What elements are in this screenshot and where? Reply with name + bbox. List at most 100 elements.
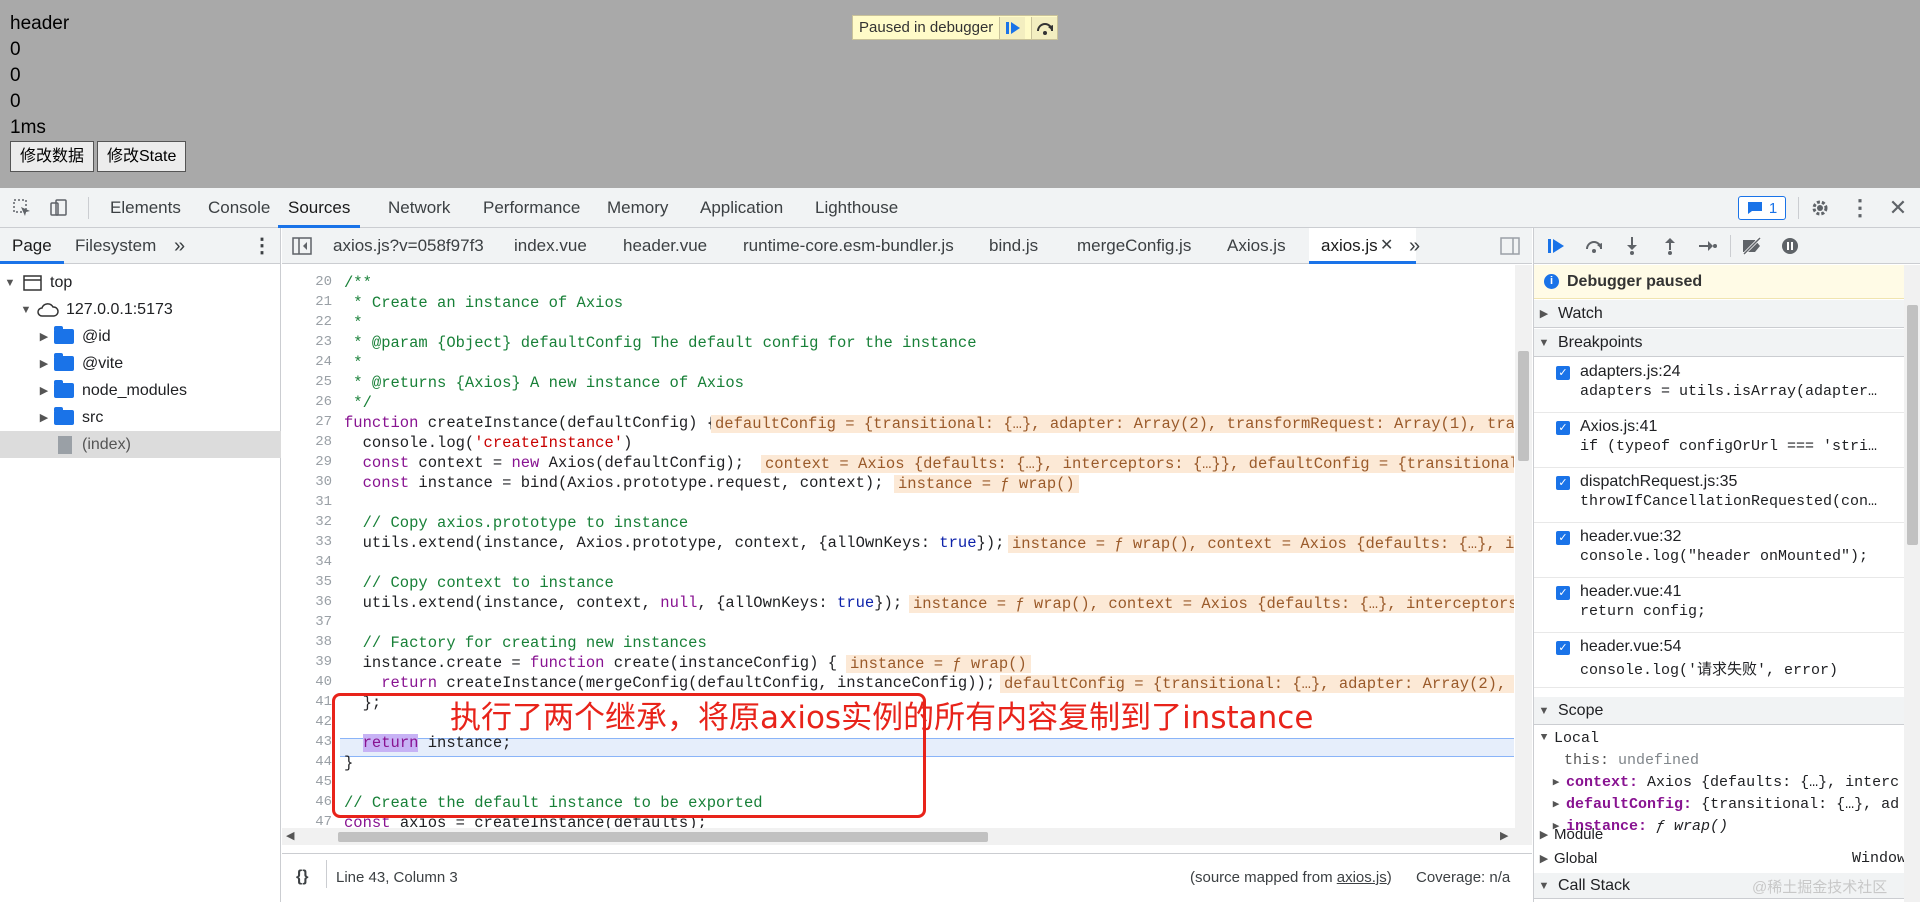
- breakpoint-item[interactable]: ✓ header.vue:41 return config;: [1534, 578, 1904, 633]
- tab-console[interactable]: Console: [208, 188, 270, 228]
- file-tab-axios-js-active[interactable]: axios.js: [1309, 228, 1416, 264]
- line-number[interactable]: 47: [282, 814, 338, 828]
- line-number[interactable]: 24: [282, 354, 338, 370]
- deactivate-breakpoints-icon[interactable]: [1740, 234, 1764, 258]
- watch-section-header[interactable]: ▶ Watch: [1534, 300, 1904, 328]
- line-number[interactable]: 20: [282, 274, 338, 290]
- line-number[interactable]: 27: [282, 414, 338, 430]
- more-options-icon[interactable]: ⋮: [1848, 195, 1872, 220]
- line-number[interactable]: 33: [282, 534, 338, 550]
- tree-item-index[interactable]: (index): [0, 431, 281, 458]
- file-tab-runtime-core[interactable]: runtime-core.esm-bundler.js: [743, 228, 954, 264]
- scope-local-header[interactable]: ▼ Local: [1534, 727, 1904, 749]
- line-number[interactable]: 43: [282, 734, 338, 750]
- step-icon[interactable]: [1696, 234, 1720, 258]
- pause-on-exceptions-icon[interactable]: [1778, 234, 1802, 258]
- step-into-icon[interactable]: [1620, 234, 1644, 258]
- line-number[interactable]: 32: [282, 514, 338, 530]
- editor-horizontal-scrollbar[interactable]: ◀ ▶: [282, 828, 1532, 845]
- step-over-icon[interactable]: [1582, 234, 1606, 258]
- resume-icon[interactable]: [1544, 234, 1568, 258]
- breakpoint-checkbox[interactable]: ✓: [1556, 366, 1570, 380]
- breakpoint-checkbox[interactable]: ✓: [1556, 586, 1570, 600]
- file-tab-header-vue[interactable]: header.vue: [623, 228, 707, 264]
- sidebar-scrollbar[interactable]: [1904, 265, 1920, 902]
- line-number[interactable]: 41: [282, 694, 338, 710]
- device-toolbar-icon[interactable]: [46, 196, 70, 220]
- tab-network[interactable]: Network: [388, 188, 450, 228]
- scope-global[interactable]: ▶ Global Window: [1534, 847, 1906, 869]
- scope-section-header[interactable]: ▼ Scope: [1534, 697, 1904, 725]
- modify-state-button[interactable]: 修改State: [97, 141, 187, 172]
- file-tab-mergeconfig[interactable]: mergeConfig.js: [1077, 228, 1191, 264]
- tab-filesystem[interactable]: Filesystem: [75, 228, 156, 264]
- navigator-menu-icon[interactable]: ⋮: [252, 228, 272, 264]
- more-file-tabs-icon[interactable]: »: [1409, 228, 1420, 264]
- breakpoint-checkbox[interactable]: ✓: [1556, 641, 1570, 655]
- line-number[interactable]: 42: [282, 714, 338, 730]
- tab-lighthouse[interactable]: Lighthouse: [815, 188, 898, 228]
- settings-gear-icon[interactable]: [1808, 196, 1832, 220]
- breakpoint-item[interactable]: ✓ header.vue:54 console.log('请求失败', error): [1534, 633, 1904, 688]
- inspect-element-icon[interactable]: [10, 196, 34, 220]
- line-number[interactable]: 39: [282, 654, 338, 670]
- scope-module[interactable]: ▶ Module: [1534, 823, 1904, 845]
- line-number[interactable]: 28: [282, 434, 338, 450]
- tree-item-src[interactable]: ▶ src: [0, 404, 281, 431]
- line-number[interactable]: 31: [282, 494, 338, 510]
- step-out-icon[interactable]: [1658, 234, 1682, 258]
- line-number[interactable]: 38: [282, 634, 338, 650]
- more-tabs-chevron-icon[interactable]: »: [174, 228, 185, 264]
- breakpoints-section-header[interactable]: ▼ Breakpoints: [1534, 329, 1904, 357]
- line-number[interactable]: 46: [282, 794, 338, 810]
- close-devtools-icon[interactable]: ✕: [1886, 195, 1910, 220]
- tree-item-node-modules[interactable]: ▶ node_modules: [0, 377, 281, 404]
- tree-item-host[interactable]: ▼ 127.0.0.1:5173: [0, 296, 281, 323]
- line-number[interactable]: 19: [282, 265, 338, 270]
- tab-performance[interactable]: Performance: [483, 188, 580, 228]
- editor-vertical-scrollbar[interactable]: [1515, 265, 1532, 828]
- file-tab-Axios-js[interactable]: Axios.js: [1227, 228, 1286, 264]
- line-number[interactable]: 40: [282, 674, 338, 690]
- line-number[interactable]: 30: [282, 474, 338, 490]
- line-number[interactable]: 21: [282, 294, 338, 310]
- resume-icon[interactable]: [999, 16, 1026, 39]
- line-number[interactable]: 37: [282, 614, 338, 630]
- line-number[interactable]: 35: [282, 574, 338, 590]
- tree-item-vite[interactable]: ▶ @vite: [0, 350, 281, 377]
- line-number[interactable]: 44: [282, 754, 338, 770]
- file-tab-axios-versioned[interactable]: axios.js?v=058f97f3: [333, 228, 484, 264]
- breakpoint-checkbox[interactable]: ✓: [1556, 531, 1570, 545]
- step-over-icon[interactable]: [1031, 16, 1058, 39]
- tab-application[interactable]: Application: [700, 188, 783, 228]
- line-number[interactable]: 36: [282, 594, 338, 610]
- toggle-debugger-icon[interactable]: [1498, 234, 1522, 258]
- breakpoint-item[interactable]: ✓ header.vue:32 console.log("header onMoun…: [1534, 523, 1904, 578]
- tab-elements[interactable]: Elements: [110, 188, 181, 228]
- line-number[interactable]: 22: [282, 314, 338, 330]
- pretty-print-braces-icon[interactable]: {}: [296, 868, 308, 886]
- tree-item-top[interactable]: ▼ top: [0, 269, 281, 296]
- source-map-link[interactable]: axios.js: [1337, 869, 1387, 886]
- issues-badge[interactable]: 1: [1738, 196, 1786, 220]
- file-tab-bind-js[interactable]: bind.js: [989, 228, 1038, 264]
- scope-variable[interactable]: ▶ defaultConfig: {transitional: {…}, ad: [1534, 793, 1904, 815]
- tab-page[interactable]: Page: [0, 228, 64, 264]
- tab-sources[interactable]: Sources: [278, 188, 361, 228]
- line-number[interactable]: 23: [282, 334, 338, 350]
- tab-memory[interactable]: Memory: [607, 188, 668, 228]
- breakpoint-checkbox[interactable]: ✓: [1556, 421, 1570, 435]
- toggle-navigator-icon[interactable]: [290, 234, 314, 258]
- scope-variable[interactable]: ▶ context: Axios {defaults: {…}, interc: [1534, 771, 1904, 793]
- line-number[interactable]: 26: [282, 394, 338, 410]
- line-number[interactable]: 25: [282, 374, 338, 390]
- breakpoint-item[interactable]: ✓ Axios.js:41 if (typeof configOrUrl === '…: [1534, 413, 1904, 468]
- line-number[interactable]: 45: [282, 774, 338, 790]
- line-number[interactable]: 34: [282, 554, 338, 570]
- modify-data-button[interactable]: 修改数据: [10, 141, 95, 172]
- breakpoint-checkbox[interactable]: ✓: [1556, 476, 1570, 490]
- breakpoint-item[interactable]: ✓ adapters.js:24 adapters = utils.isArray(…: [1534, 358, 1904, 413]
- breakpoint-item[interactable]: ✓ dispatchRequest.js:35 throwIfCancellatio…: [1534, 468, 1904, 523]
- line-number[interactable]: 29: [282, 454, 338, 470]
- tree-item-id[interactable]: ▶ @id: [0, 323, 281, 350]
